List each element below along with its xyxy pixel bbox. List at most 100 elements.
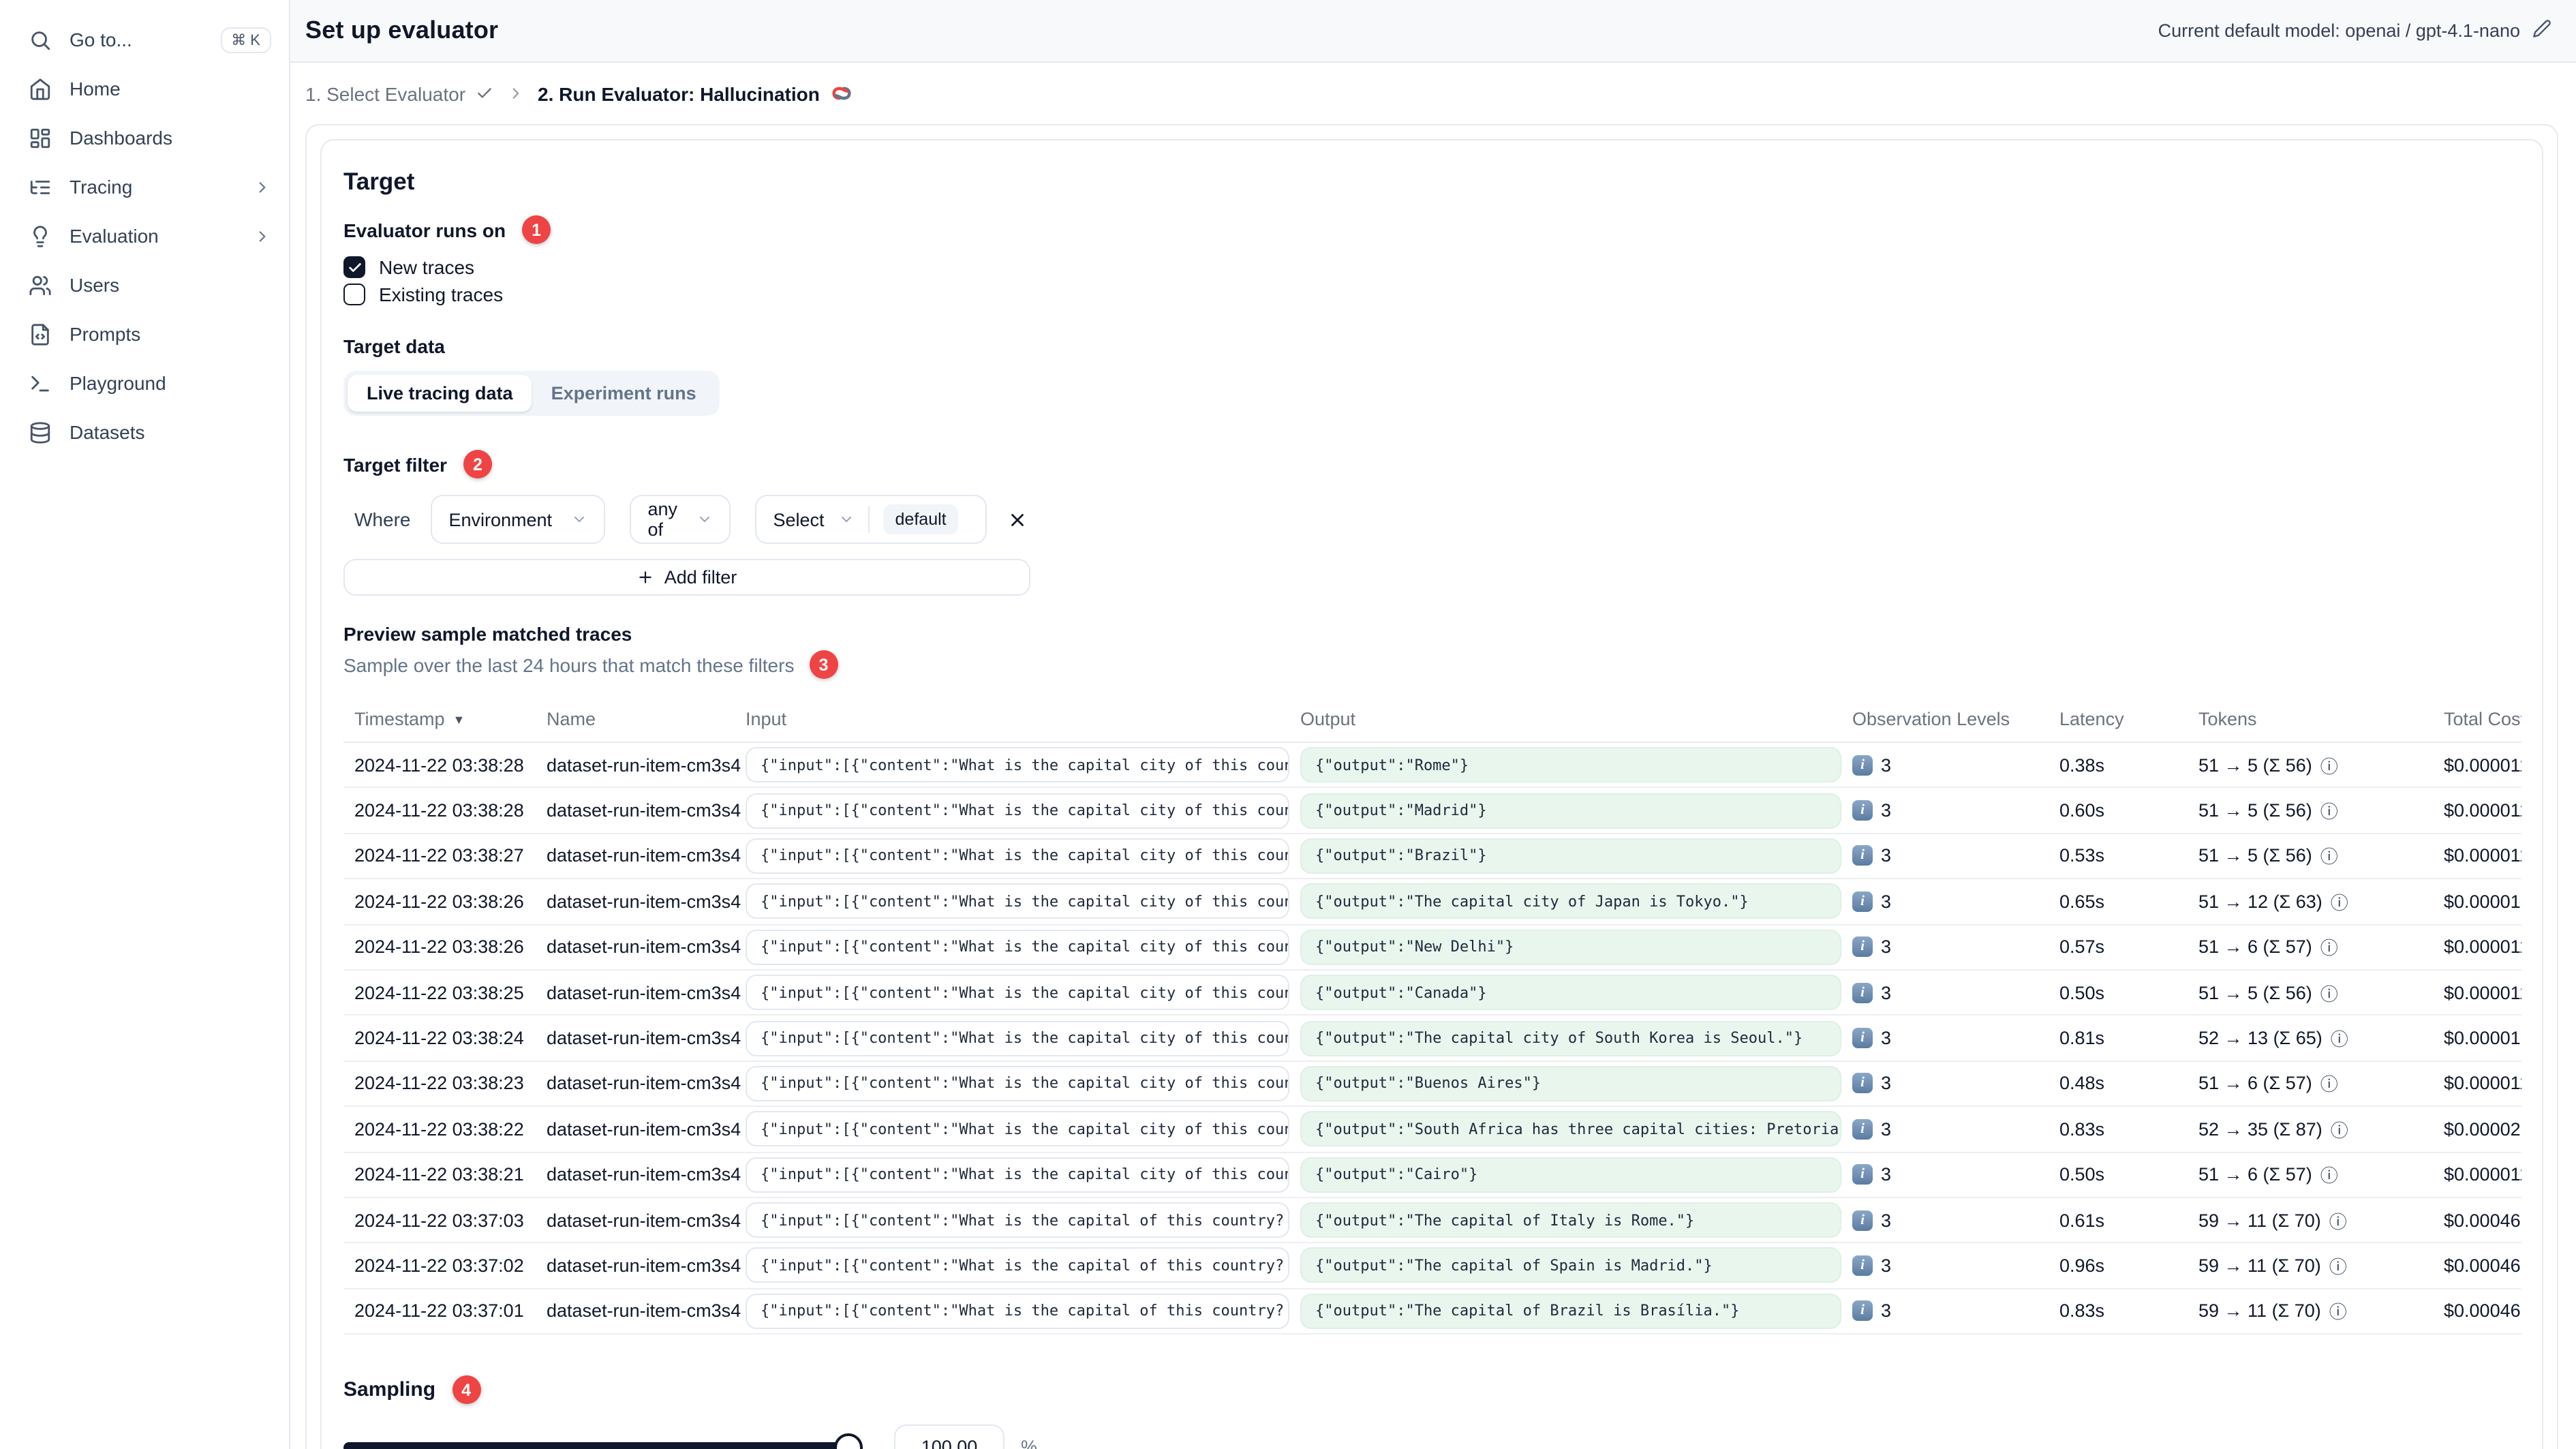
breadcrumb-step2[interactable]: 2. Run Evaluator: Hallucination: [538, 82, 854, 105]
input-json[interactable]: {"input":[{"content":"What is the capita…: [746, 1293, 1289, 1329]
observation-levels-cell: i 3: [1852, 1255, 2059, 1276]
table-row[interactable]: 2024-11-22 03:38:27 dataset-run-item-cm3…: [343, 834, 2521, 880]
table-row[interactable]: 2024-11-22 03:38:23 dataset-run-item-cm3…: [343, 1061, 2521, 1108]
sampling-slider[interactable]: [343, 1433, 863, 1449]
step-badge-2: 2: [463, 450, 492, 478]
info-emoji-icon: i: [1852, 1028, 1873, 1049]
sidebar-item-prompts[interactable]: Prompts: [0, 309, 289, 359]
table-row[interactable]: 2024-11-22 03:38:24 dataset-run-item-cm3…: [343, 1016, 2521, 1062]
input-json[interactable]: {"input":[{"content":"What is the capita…: [746, 975, 1289, 1011]
output-json[interactable]: {"output":"Madrid"}: [1300, 793, 1841, 829]
column-header-input[interactable]: Input: [746, 709, 1300, 729]
observation-count: 3: [1881, 891, 1892, 912]
table-row[interactable]: 2024-11-22 03:38:25 dataset-run-item-cm3…: [343, 970, 2521, 1016]
info-circle-icon[interactable]: ⓘ: [2320, 934, 2338, 960]
column-header-tokens[interactable]: Tokens: [2198, 709, 2444, 729]
add-filter-button[interactable]: Add filter: [343, 559, 1030, 596]
column-header-timestamp[interactable]: Timestamp ▼: [343, 709, 547, 729]
table-row[interactable]: 2024-11-22 03:38:26 dataset-run-item-cm3…: [343, 879, 2521, 926]
sidebar-item-home[interactable]: Home: [0, 64, 289, 113]
output-json[interactable]: {"output":"Rome"}: [1300, 747, 1841, 783]
column-header-output[interactable]: Output: [1300, 709, 1852, 729]
table-row[interactable]: 2024-11-22 03:38:28 dataset-run-item-cm3…: [343, 743, 2521, 789]
slider-track[interactable]: [343, 1442, 861, 1449]
table-row[interactable]: 2024-11-22 03:37:03 dataset-run-item-cm3…: [343, 1198, 2521, 1244]
filter-operator-select[interactable]: any of: [630, 495, 731, 544]
output-json[interactable]: {"output":"New Delhi"}: [1300, 929, 1841, 965]
column-header-total-cost[interactable]: Total Cost: [2444, 709, 2521, 729]
tab-live-tracing-data[interactable]: Live tracing data: [348, 375, 532, 412]
default-model-label: Current default model: openai / gpt-4.1-…: [2158, 20, 2520, 41]
input-json[interactable]: {"input":[{"content":"What is the capita…: [746, 929, 1289, 965]
tab-experiment-runs[interactable]: Experiment runs: [532, 375, 716, 412]
sidebar-item-users[interactable]: Users: [0, 260, 289, 309]
input-json[interactable]: {"input":[{"content":"What is the capita…: [746, 1247, 1289, 1283]
output-json[interactable]: {"output":"The capital of Spain is Madri…: [1300, 1247, 1841, 1283]
output-json[interactable]: {"output":"The capital of Italy is Rome.…: [1300, 1202, 1841, 1238]
table-row[interactable]: 2024-11-22 03:38:21 dataset-run-item-cm3…: [343, 1153, 2521, 1198]
slider-handle[interactable]: [834, 1433, 863, 1449]
info-circle-icon[interactable]: ⓘ: [2329, 1253, 2347, 1279]
filter-field-select[interactable]: Environment: [431, 495, 606, 544]
info-circle-icon[interactable]: ⓘ: [2320, 979, 2338, 1005]
input-json[interactable]: {"input":[{"content":"What is the capita…: [746, 1111, 1289, 1147]
table-row[interactable]: 2024-11-22 03:37:02 dataset-run-item-cm3…: [343, 1243, 2521, 1290]
info-circle-icon[interactable]: ⓘ: [2329, 1207, 2347, 1233]
table-row[interactable]: 2024-11-22 03:37:01 dataset-run-item-cm3…: [343, 1289, 2521, 1335]
sidebar-item-evaluation[interactable]: Evaluation: [0, 211, 289, 260]
goto-search[interactable]: Go to... ⌘ K: [0, 15, 289, 64]
timestamp-cell: 2024-11-22 03:38:25: [354, 982, 524, 1003]
output-json[interactable]: {"output":"Brazil"}: [1300, 838, 1841, 874]
table-row[interactable]: 2024-11-22 03:38:28 dataset-run-item-cm3…: [343, 788, 2521, 834]
sidebar-item-datasets[interactable]: Datasets: [0, 408, 289, 457]
info-circle-icon[interactable]: ⓘ: [2329, 1298, 2347, 1324]
info-circle-icon[interactable]: ⓘ: [2331, 1025, 2348, 1051]
tokens-cell: 51 → 5 (Σ 56) ⓘ: [2198, 843, 2444, 869]
chevron-down-icon: [574, 517, 585, 522]
info-circle-icon[interactable]: ⓘ: [2331, 1116, 2348, 1142]
table-row[interactable]: 2024-11-22 03:38:22 dataset-run-item-cm3…: [343, 1107, 2521, 1153]
info-circle-icon[interactable]: ⓘ: [2320, 797, 2338, 823]
output-json[interactable]: {"output":"The capital city of South Kor…: [1300, 1020, 1841, 1056]
observation-count: 3: [1881, 1255, 1892, 1276]
input-json[interactable]: {"input":[{"content":"What is the capita…: [746, 883, 1289, 919]
info-circle-icon[interactable]: ⓘ: [2320, 1161, 2338, 1187]
checkbox-new-traces[interactable]: New traces: [343, 256, 2520, 278]
input-json[interactable]: {"input":[{"content":"What is the capita…: [746, 1202, 1289, 1238]
filter-value-select[interactable]: Select default: [755, 495, 987, 544]
output-json[interactable]: {"output":"Canada"}: [1300, 975, 1841, 1011]
input-json[interactable]: {"input":[{"content":"What is the capita…: [746, 1020, 1289, 1056]
column-header-name[interactable]: Name: [547, 709, 746, 729]
sidebar-item-playground[interactable]: Playground: [0, 359, 289, 408]
column-header-latency[interactable]: Latency: [2059, 709, 2198, 729]
input-json[interactable]: {"input":[{"content":"What is the capita…: [746, 1065, 1289, 1101]
checkbox-existing-traces[interactable]: Existing traces: [343, 284, 2520, 305]
checkbox-icon[interactable]: [343, 284, 365, 305]
output-json[interactable]: {"output":"Cairo"}: [1300, 1157, 1841, 1193]
table-row[interactable]: 2024-11-22 03:38:26 dataset-run-item-cm3…: [343, 925, 2521, 971]
observation-levels-cell: i 3: [1852, 936, 2059, 958]
info-circle-icon[interactable]: ⓘ: [2320, 752, 2338, 778]
input-json[interactable]: {"input":[{"content":"What is the capita…: [746, 747, 1289, 783]
checkbox-existing-traces-label: Existing traces: [379, 284, 504, 305]
observation-count: 3: [1881, 845, 1892, 866]
input-json[interactable]: {"input":[{"content":"What is the capita…: [746, 793, 1289, 829]
sidebar-item-dashboards[interactable]: Dashboards: [0, 113, 289, 162]
default-model-button[interactable]: Current default model: openai / gpt-4.1-…: [2158, 19, 2551, 42]
output-json[interactable]: {"output":"The capital city of Japan is …: [1300, 883, 1841, 919]
column-header-observation-levels[interactable]: Observation Levels: [1852, 709, 2059, 729]
sampling-percentage-input[interactable]: 100.00: [894, 1424, 1005, 1449]
breadcrumb-step1[interactable]: 1. Select Evaluator: [305, 82, 493, 104]
remove-filter-button[interactable]: [1007, 509, 1028, 530]
output-json[interactable]: {"output":"Buenos Aires"}: [1300, 1065, 1841, 1101]
tokens-cell: 59 → 11 (Σ 70) ⓘ: [2198, 1298, 2444, 1324]
info-circle-icon[interactable]: ⓘ: [2320, 1071, 2338, 1097]
output-json[interactable]: {"output":"The capital of Brazil is Bras…: [1300, 1293, 1841, 1329]
output-json[interactable]: {"output":"South Africa has three capita…: [1300, 1111, 1841, 1147]
info-circle-icon[interactable]: ⓘ: [2331, 889, 2348, 915]
checkbox-icon[interactable]: [343, 256, 365, 278]
sidebar-item-tracing[interactable]: Tracing: [0, 162, 289, 211]
input-json[interactable]: {"input":[{"content":"What is the capita…: [746, 1157, 1289, 1193]
info-circle-icon[interactable]: ⓘ: [2320, 843, 2338, 869]
input-json[interactable]: {"input":[{"content":"What is the capita…: [746, 838, 1289, 874]
